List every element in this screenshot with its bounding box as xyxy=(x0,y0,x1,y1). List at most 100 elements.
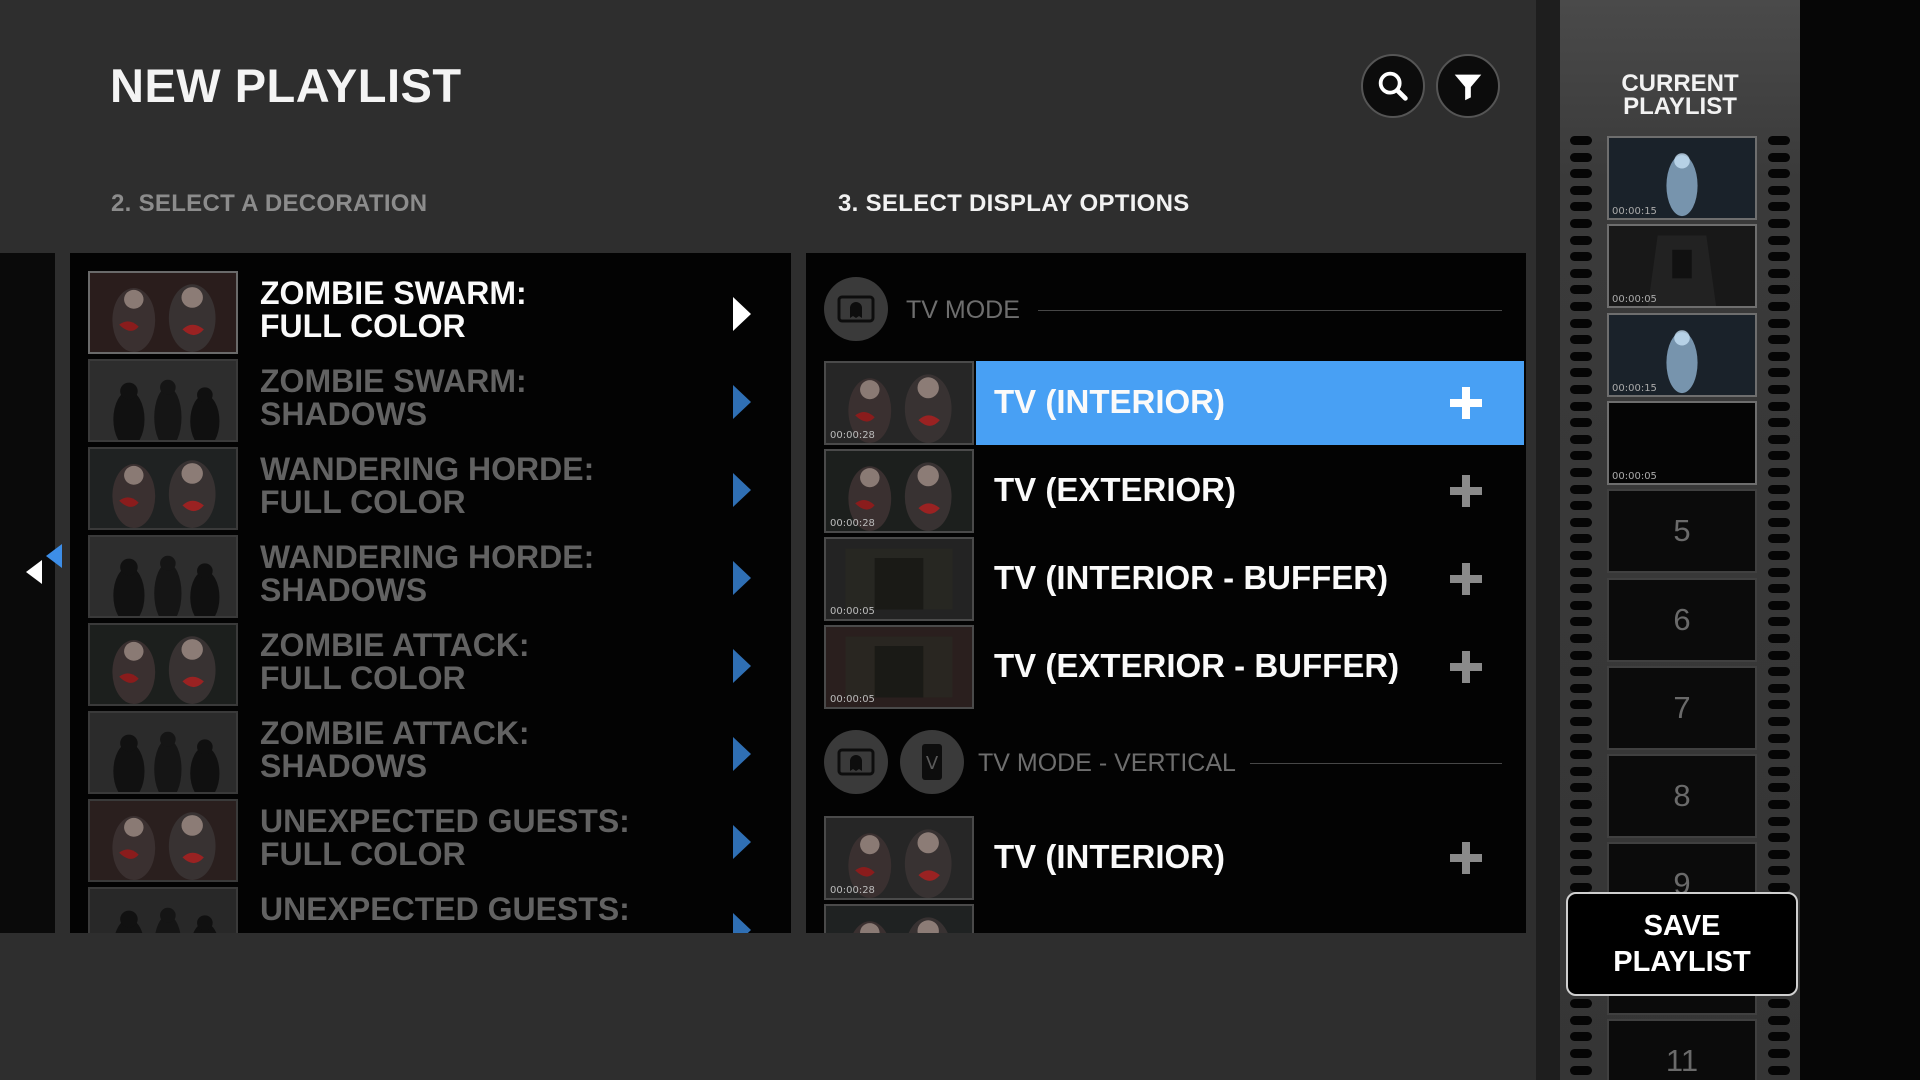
film-sprocket xyxy=(1768,783,1790,793)
film-sprocket xyxy=(1768,634,1790,643)
playlist-slot[interactable]: 7 xyxy=(1607,665,1757,750)
decoration-item[interactable]: ZOMBIE SWARM: FULL COLOR xyxy=(88,269,778,355)
decoration-item[interactable]: UNEXPECTED GUESTS: xyxy=(88,885,778,933)
plus-icon[interactable] xyxy=(1450,475,1482,507)
chevron-right-icon[interactable] xyxy=(733,297,751,331)
decoration-title: ZOMBIE SWARM: SHADOWS xyxy=(260,365,680,431)
decoration-thumbnail xyxy=(88,711,238,794)
film-sprocket xyxy=(1768,152,1790,162)
film-sprocket xyxy=(1570,650,1592,660)
display-option-bar[interactable]: TV (EXTERIOR) xyxy=(976,449,1524,533)
film-sprocket xyxy=(1570,385,1592,394)
thumbnail-duration: 00:00:28 xyxy=(830,518,875,529)
decoration-title-line2: SHADOWS xyxy=(260,572,428,608)
display-option-bar[interactable]: TV (INTERIOR - BUFFER) xyxy=(976,537,1524,621)
film-sprocket xyxy=(1768,451,1790,461)
display-option-row[interactable]: 00:00:28 TV (INTERIOR) xyxy=(824,361,1524,445)
decoration-thumbnail xyxy=(88,447,238,530)
display-option-bar[interactable]: TV (INTERIOR) xyxy=(976,816,1524,900)
film-sprocket xyxy=(1768,717,1790,726)
display-options-panel: TV MODE 00:00:28 TV (INTERIOR) 00:00:28 TV … xyxy=(806,253,1526,933)
decoration-title: WANDERING HORDE: SHADOWS xyxy=(260,541,680,607)
display-option-bar[interactable]: TV (INTERIOR) xyxy=(976,361,1524,445)
display-option-row[interactable]: 00:00:05 TV (EXTERIOR - BUFFER) xyxy=(824,625,1524,709)
decoration-title-line2: SHADOWS xyxy=(260,396,428,432)
film-sprocket xyxy=(1570,849,1592,859)
film-sprocket xyxy=(1768,169,1790,179)
display-option-row[interactable]: 00:00:28 TV (EXTERIOR) xyxy=(824,449,1524,533)
chevron-right-icon[interactable] xyxy=(733,913,751,933)
save-playlist-button[interactable]: SAVE PLAYLIST xyxy=(1566,892,1798,996)
chevron-right-icon[interactable] xyxy=(733,385,751,419)
film-sprocket xyxy=(1570,401,1592,411)
film-sprocket xyxy=(1570,567,1592,577)
film-sprocket xyxy=(1570,517,1592,527)
filter-icon xyxy=(1454,74,1482,101)
film-sprocket xyxy=(1768,683,1790,693)
decoration-thumbnail xyxy=(88,271,238,354)
current-title-line1: CURRENT xyxy=(1621,70,1739,97)
display-option-thumbnail xyxy=(824,904,974,933)
slot-number: 5 xyxy=(1673,513,1691,549)
slot-duration: 00:00:15 xyxy=(1612,206,1657,217)
decoration-item[interactable]: WANDERING HORDE: FULL COLOR xyxy=(88,445,778,531)
display-option-label: TV (INTERIOR - BUFFER) xyxy=(994,559,1389,596)
slot-number: 7 xyxy=(1673,689,1691,725)
vertical-v-icon: V xyxy=(900,730,964,794)
back-arrow-icon[interactable] xyxy=(24,540,69,596)
plus-icon[interactable] xyxy=(1450,387,1482,419)
film-sprocket xyxy=(1768,302,1790,311)
film-sprocket xyxy=(1570,667,1592,677)
plus-icon[interactable] xyxy=(1450,842,1482,874)
playlist-slot[interactable]: 11 xyxy=(1607,1019,1757,1080)
decoration-item[interactable]: ZOMBIE ATTACK: SHADOWS xyxy=(88,709,778,795)
film-sprocket xyxy=(1768,219,1790,228)
film-sprocket xyxy=(1570,816,1592,826)
film-sprocket xyxy=(1570,750,1592,760)
current-title-line2: PLAYLIST xyxy=(1623,93,1737,120)
filter-button[interactable] xyxy=(1436,54,1500,118)
decoration-list[interactable]: ZOMBIE SWARM: FULL COLOR ZOMBIE SWARM: SHAD… xyxy=(70,253,791,933)
film-sprocket xyxy=(1570,1065,1592,1075)
decoration-item[interactable]: WANDERING HORDE: SHADOWS xyxy=(88,533,778,619)
playlist-slot[interactable]: 5 xyxy=(1607,489,1757,574)
chevron-right-icon[interactable] xyxy=(733,561,751,595)
film-sprocket xyxy=(1768,268,1790,278)
playlist-slot[interactable]: 8 xyxy=(1607,754,1757,839)
chevron-right-icon[interactable] xyxy=(733,649,751,683)
decoration-title: UNEXPECTED GUESTS: xyxy=(260,893,680,926)
display-option-row[interactable]: 00:00:28 TV (INTERIOR) xyxy=(824,816,1524,900)
decoration-item[interactable]: ZOMBIE ATTACK: FULL COLOR xyxy=(88,621,778,707)
decoration-title-line2: FULL COLOR xyxy=(260,308,466,344)
film-sprocket xyxy=(1768,800,1790,809)
plus-icon[interactable] xyxy=(1450,651,1482,683)
film-sprocket xyxy=(1768,866,1790,876)
tv-mode-vertical-header: V TV MODE - VERTICAL xyxy=(824,730,1504,796)
playlist-slot[interactable]: 00:00:05 xyxy=(1607,400,1757,485)
display-option-bar[interactable]: TV (EXTERIOR - BUFFER) xyxy=(976,625,1524,709)
film-sprocket xyxy=(1768,551,1790,560)
film-sprocket xyxy=(1570,551,1592,560)
display-option-row[interactable]: 00:00:05 TV (INTERIOR - BUFFER) xyxy=(824,537,1524,621)
film-sprocket xyxy=(1570,717,1592,726)
section-label-decoration: 2. SELECT A DECORATION xyxy=(111,190,428,217)
playlist-slot[interactable]: 00:00:05 xyxy=(1607,224,1757,309)
search-icon xyxy=(1378,71,1408,101)
chevron-right-icon[interactable] xyxy=(733,473,751,507)
tv-ghost-icon xyxy=(824,277,888,341)
decoration-item[interactable]: ZOMBIE SWARM: SHADOWS xyxy=(88,357,778,443)
vertical-badge-text: V xyxy=(926,753,939,774)
film-sprocket xyxy=(1570,1015,1592,1025)
plus-icon[interactable] xyxy=(1450,563,1482,595)
decoration-item[interactable]: UNEXPECTED GUESTS: FULL COLOR xyxy=(88,797,778,883)
playlist-slot[interactable]: 6 xyxy=(1607,577,1757,662)
search-button[interactable] xyxy=(1361,54,1425,118)
divider xyxy=(1038,310,1502,311)
chevron-right-icon[interactable] xyxy=(733,825,751,859)
playlist-slot[interactable]: 00:00:15 xyxy=(1607,136,1757,220)
decoration-title-line1: ZOMBIE ATTACK: xyxy=(260,627,530,663)
playlist-slot[interactable]: 00:00:15 xyxy=(1607,312,1757,397)
tv-ghost-icon xyxy=(824,730,888,794)
film-sprocket xyxy=(1768,468,1790,477)
chevron-right-icon[interactable] xyxy=(733,737,751,771)
